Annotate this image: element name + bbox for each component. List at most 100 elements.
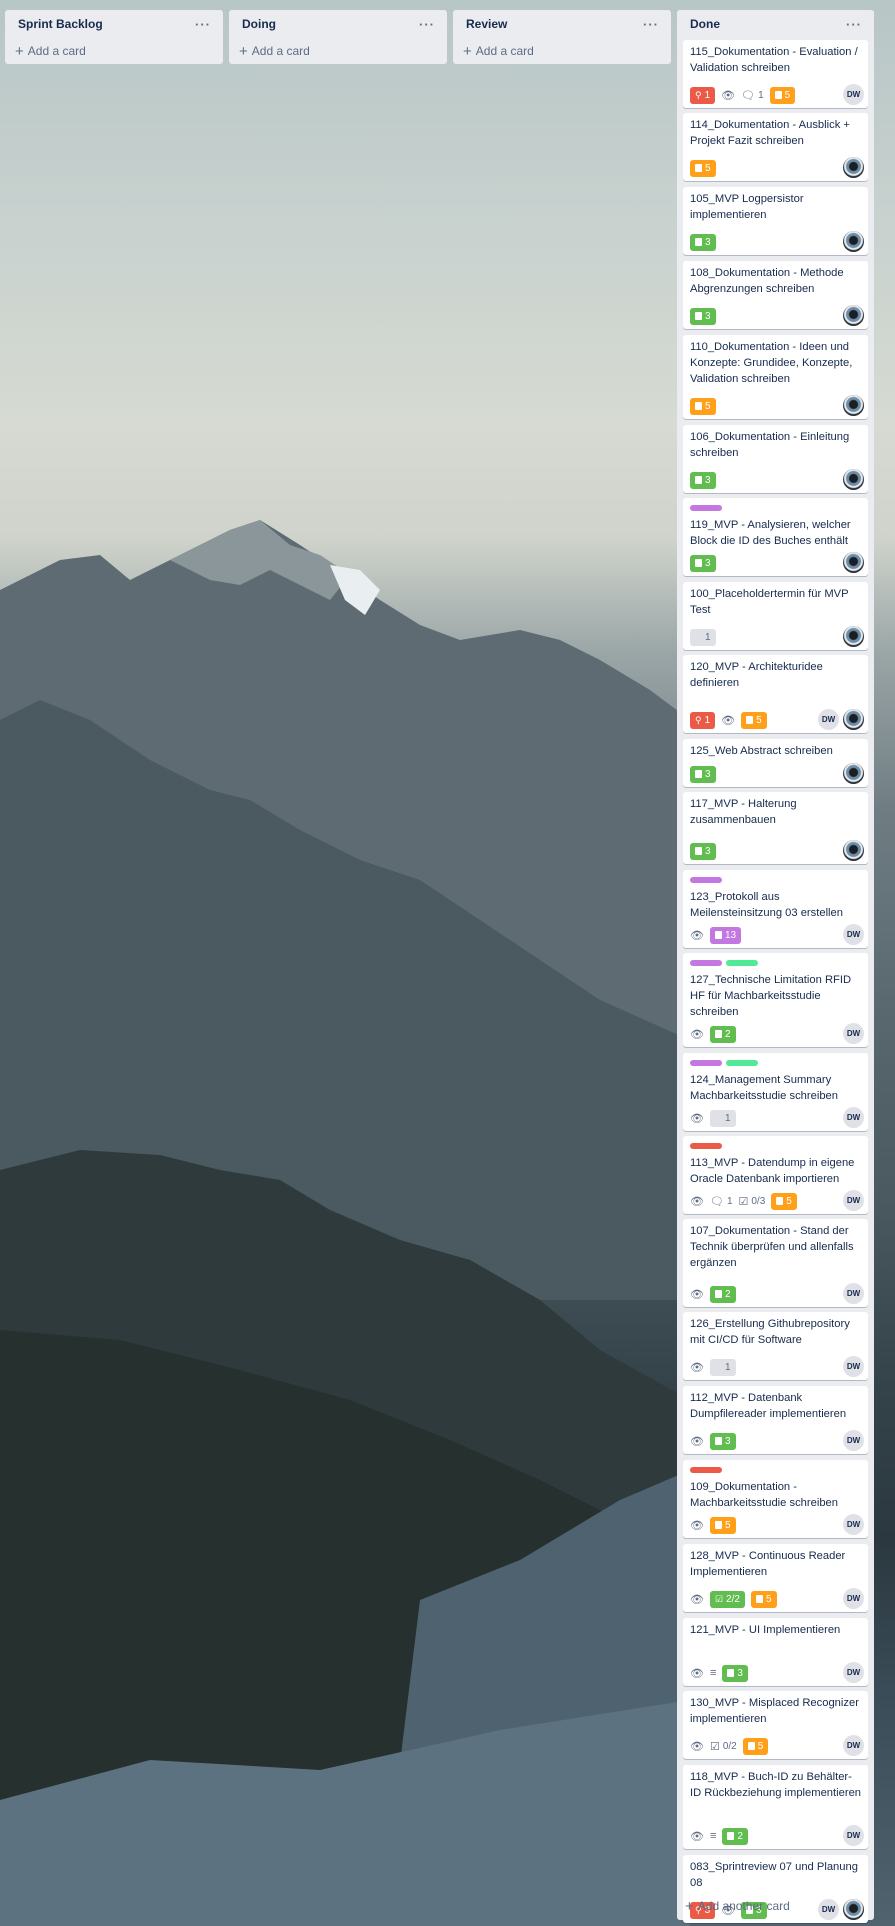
card-label[interactable] (690, 1143, 722, 1149)
points-badge: 5 (690, 159, 716, 177)
avatar-initials[interactable]: DW (843, 1514, 864, 1535)
card[interactable]: 123_Protokoll aus Meilensteinsitzung 03 … (683, 870, 868, 948)
watch-badge: 👁 (690, 1740, 704, 1753)
card-labels (690, 1467, 862, 1473)
card[interactable]: 100_Placeholdertermin für MVP Test 1 (683, 582, 868, 650)
list-title[interactable]: Sprint Backlog (18, 17, 103, 31)
plus-icon: + (239, 42, 248, 60)
card-title: 126_Erstellung Githubrepository mit CI/C… (690, 1318, 850, 1346)
card[interactable]: 120_MVP - Architekturidee definieren ⚲ 1 👁 5… (683, 655, 868, 733)
card-badges: 3 (690, 765, 716, 783)
card[interactable]: 114_Dokumentation - Ausblick + Projekt F… (683, 113, 868, 181)
card[interactable]: 130_MVP - Misplaced Recognizer implement… (683, 1691, 868, 1759)
card[interactable]: 115_Dokumentation - Evaluation / Validat… (683, 40, 868, 108)
card[interactable]: 113_MVP - Datendump in eigene Oracle Dat… (683, 1136, 868, 1214)
card-label[interactable] (690, 877, 722, 883)
avatar[interactable] (843, 763, 864, 784)
card[interactable]: 119_MVP - Analysieren, welcher Block die… (683, 498, 868, 576)
avatar[interactable] (843, 840, 864, 861)
add-another-card-button[interactable]: + Add another card (677, 1892, 874, 1920)
avatar-initials[interactable]: DW (843, 1107, 864, 1128)
card[interactable]: 126_Erstellung Githubrepository mit CI/C… (683, 1312, 868, 1380)
points-badge: 2 (709, 1285, 736, 1303)
add-card-button[interactable]: + Add a card (5, 38, 223, 64)
avatar[interactable] (843, 231, 864, 252)
add-card-button[interactable]: + Add a card (229, 38, 447, 64)
add-card-button[interactable]: + Add a card (453, 38, 671, 64)
watch-badge: 👁 (690, 1361, 704, 1374)
badge-value: 3 (724, 1435, 731, 1447)
comment-icon: 🗨 (741, 89, 756, 102)
card-title: 118_MVP - Buch-ID zu Behälter-ID Rückbez… (690, 1771, 862, 1799)
card-badges: 1 (690, 628, 716, 646)
card-label[interactable] (726, 960, 758, 966)
avatar-initials[interactable]: DW (843, 1356, 864, 1377)
card[interactable]: 109_Dokumentation - Machbarkeitsstudie s… (683, 1460, 868, 1538)
points-badge: 1 (690, 628, 716, 646)
card-title: 110_Dokumentation - Ideen und Konzepte: … (690, 341, 853, 385)
card-title: 119_MVP - Analysieren, welcher Block die… (690, 519, 851, 547)
watch-icon: 👁 (690, 1361, 704, 1374)
card[interactable]: 110_Dokumentation - Ideen und Konzepte: … (683, 335, 868, 419)
badge-value: 2/2 (726, 1593, 740, 1605)
avatar-initials[interactable]: DW (818, 709, 839, 730)
card[interactable]: 125_Web Abstract schreiben 3 (683, 739, 868, 787)
card-label[interactable] (690, 505, 722, 511)
card-badges: 3 (690, 307, 716, 325)
points-badge: 5 (709, 1516, 736, 1534)
list-menu-icon[interactable]: ··· (419, 17, 435, 32)
card[interactable]: 118_MVP - Buch-ID zu Behälter-ID Rückbez… (683, 1765, 868, 1849)
list-menu-icon[interactable]: ··· (846, 17, 862, 32)
card[interactable]: 106_Dokumentation - Einleitung schreiben… (683, 425, 868, 493)
card-members (843, 552, 864, 573)
card-label[interactable] (690, 1060, 722, 1066)
avatar[interactable] (843, 305, 864, 326)
list-title[interactable]: Done (690, 17, 720, 31)
avatar-initials[interactable]: DW (843, 1825, 864, 1846)
card-members (843, 840, 864, 861)
watch-badge: 👁 (690, 929, 704, 942)
card[interactable]: 128_MVP - Continuous Reader Implementier… (683, 1544, 868, 1612)
list-title[interactable]: Doing (242, 17, 276, 31)
pin-points-badge: ⚲ 1 (690, 86, 716, 104)
avatar-initials[interactable]: DW (843, 1283, 864, 1304)
card[interactable]: 112_MVP - Datenbank Dumpfilereader imple… (683, 1386, 868, 1454)
card-members: DW (843, 1430, 864, 1451)
avatar-initials[interactable]: DW (843, 1190, 864, 1211)
card-members: DW (843, 1023, 864, 1044)
avatar[interactable] (843, 626, 864, 647)
avatar[interactable] (843, 709, 864, 730)
list-menu-icon[interactable]: ··· (643, 17, 659, 32)
card[interactable]: 127_Technische Limitation RFID HF für Ma… (683, 953, 868, 1047)
card[interactable]: 107_Dokumentation - Stand der Technik üb… (683, 1219, 868, 1307)
avatar-initials[interactable]: DW (843, 1735, 864, 1756)
avatar-initials[interactable]: DW (843, 1662, 864, 1683)
avatar[interactable] (843, 469, 864, 490)
badge-value: 3 (705, 474, 711, 486)
list-title[interactable]: Review (466, 17, 507, 31)
card-label[interactable] (690, 960, 722, 966)
card-label[interactable] (726, 1060, 758, 1066)
card-label[interactable] (690, 1467, 722, 1473)
list-menu-icon[interactable]: ··· (195, 17, 211, 32)
card[interactable]: 105_MVP Logpersistor implementieren 3 (683, 187, 868, 255)
card-badges: 👁 2 (690, 1285, 736, 1303)
watch-icon: 👁 (690, 1028, 704, 1041)
avatar-initials[interactable]: DW (843, 924, 864, 945)
avatar-initials[interactable]: DW (843, 1588, 864, 1609)
card-icon (776, 1197, 784, 1205)
avatar-initials[interactable]: DW (843, 84, 864, 105)
avatar[interactable] (843, 395, 864, 416)
watch-icon: 👁 (690, 1288, 704, 1301)
avatar[interactable] (843, 157, 864, 178)
avatar-initials[interactable]: DW (843, 1430, 864, 1451)
card-members (843, 305, 864, 326)
card-title: 120_MVP - Architekturidee definieren (690, 661, 823, 689)
card[interactable]: 108_Dokumentation - Methode Abgrenzungen… (683, 261, 868, 329)
card[interactable]: 124_Management Summary Machbarkeitsstudi… (683, 1053, 868, 1131)
checklist-points-badge: ☑ 2/2 (709, 1590, 745, 1608)
card[interactable]: 117_MVP - Halterung zusammenbauen 3 (683, 792, 868, 864)
card[interactable]: 121_MVP - UI Implementieren 👁 ≡ 3 DW (683, 1618, 868, 1686)
avatar-initials[interactable]: DW (843, 1023, 864, 1044)
avatar[interactable] (843, 552, 864, 573)
